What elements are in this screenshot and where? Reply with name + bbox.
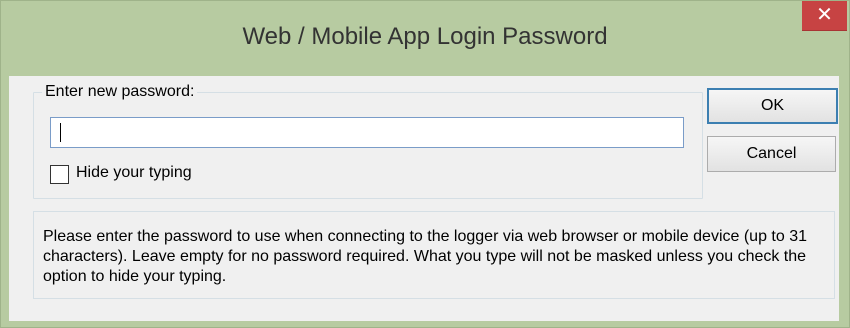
text-caret [60, 123, 61, 142]
close-icon: ✕ [816, 4, 833, 26]
groupbox-label: Enter new password: [42, 83, 198, 101]
close-button[interactable]: ✕ [802, 1, 847, 31]
title-bar[interactable]: Web / Mobile App Login Password ✕ [1, 1, 849, 76]
window-title: Web / Mobile App Login Password [242, 23, 608, 50]
dialog-body: Enter new password: Hide your typing OK … [9, 76, 839, 321]
hide-typing-label[interactable]: Hide your typing [76, 164, 192, 182]
hide-typing-checkbox[interactable] [50, 165, 69, 184]
info-text: Please enter the password to use when co… [43, 228, 807, 285]
info-box: Please enter the password to use when co… [33, 211, 835, 299]
cancel-button[interactable]: Cancel [707, 136, 836, 172]
ok-button[interactable]: OK [707, 88, 838, 124]
dialog-window: Web / Mobile App Login Password ✕ Enter … [0, 0, 850, 328]
password-groupbox: Enter new password: Hide your typing [33, 83, 703, 199]
password-input[interactable] [50, 117, 684, 148]
